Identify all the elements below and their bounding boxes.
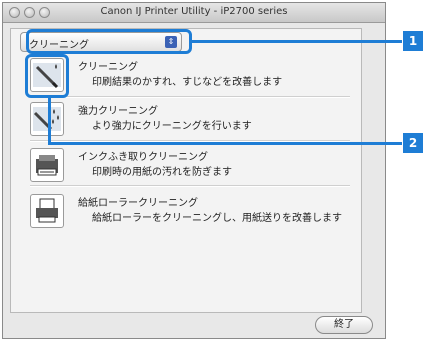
finish-button[interactable]: 終了 [315, 316, 373, 334]
bottom-plate-cleaning-icon[interactable] [30, 148, 64, 182]
item-name: インクふき取りクリーニング [78, 152, 208, 163]
list-item-roller-cleaning[interactable]: 給紙ローラークリーニング 給紙ローラーをクリーニングし、用紙送りを改善します [30, 194, 350, 242]
item-name: 強力クリーニング [78, 106, 158, 117]
callout-line-2-horizontal [48, 142, 402, 145]
list-item-cleaning[interactable]: クリーニング 印刷結果のかすれ、すじなどを改善します [30, 58, 350, 106]
deep-cleaning-icon[interactable] [30, 102, 64, 136]
separator [30, 185, 350, 187]
item-description: 給紙ローラーをクリーニングし、用紙送りを改善します [92, 213, 342, 224]
callout-highlight-popup [26, 29, 192, 54]
callout-badge-1: 1 [403, 31, 423, 51]
window-title: Canon IJ Printer Utility - iP2700 series [100, 6, 288, 17]
callout-line-2-vertical [48, 98, 51, 144]
callout-highlight-icon [25, 54, 69, 98]
title-bar: Canon IJ Printer Utility - iP2700 series [3, 3, 385, 23]
callout-line-1 [192, 40, 402, 43]
callout-badge-2: 2 [403, 133, 423, 153]
roller-cleaning-icon[interactable] [30, 194, 64, 228]
item-name: クリーニング [78, 62, 138, 73]
list-item-bottom-plate-cleaning[interactable]: インクふき取りクリーニング 印刷時の用紙の汚れを防ぎます [30, 148, 350, 196]
item-description: より強力にクリーニングを行います [92, 121, 252, 132]
item-description: 印刷時の用紙の汚れを防ぎます [92, 167, 232, 178]
item-description: 印刷結果のかすれ、すじなどを改善します [92, 77, 283, 88]
item-name: 給紙ローラークリーニング [78, 198, 198, 209]
separator [30, 96, 350, 98]
